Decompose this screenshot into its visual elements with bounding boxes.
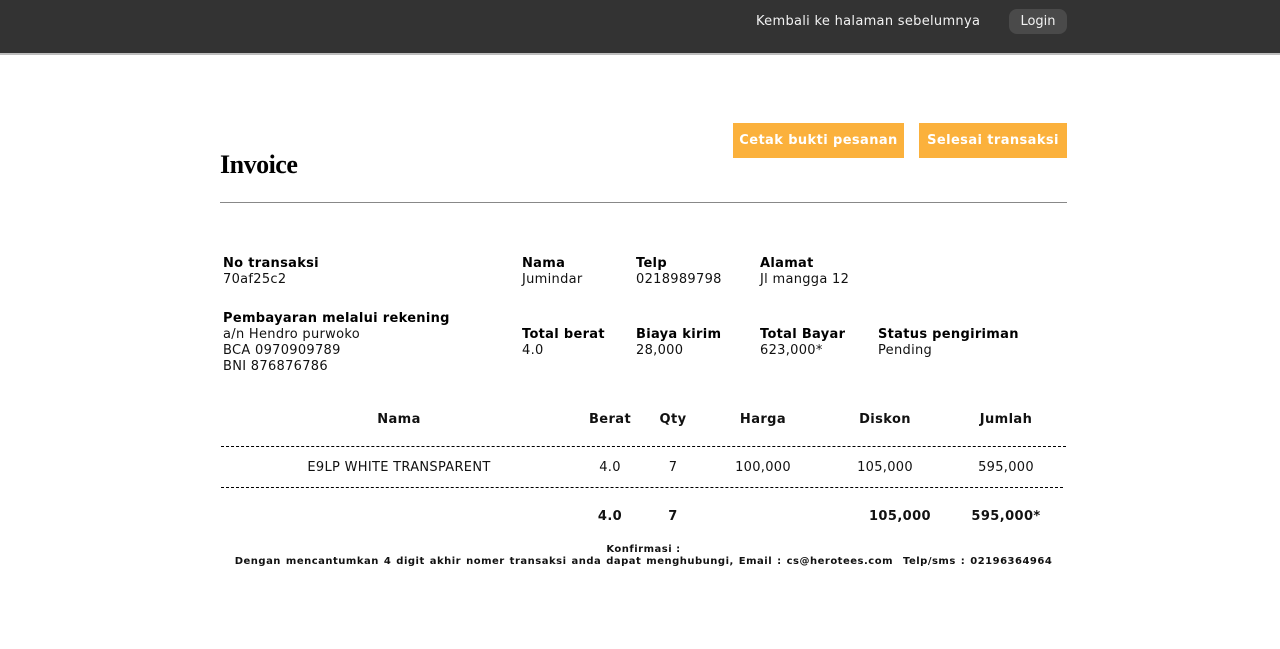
total-discount: 105,000 (868, 509, 931, 524)
shipping-cost-field: Biaya kirim 28,000 (636, 327, 721, 359)
total-weight: 4.0 (597, 509, 623, 524)
confirmation-note: Konfirmasi : Dengan mencantumkan 4 digit… (0, 544, 1280, 568)
total-weight-value: 4.0 (522, 343, 544, 358)
table-total-divider (221, 487, 1063, 488)
shipping-cost-value: 28,000 (636, 343, 684, 358)
back-link[interactable]: Kembali ke halaman sebelumnya (756, 14, 980, 29)
item-name: E9LP WHITE TRANSPARENT (307, 460, 491, 475)
top-navbar: Kembali ke halaman sebelumnya Login (0, 0, 1280, 55)
item-amount: 595,000 (978, 460, 1034, 475)
phone-label: Telp (636, 256, 667, 271)
item-price: 100,000 (735, 460, 791, 475)
transaction-number-label: No transaksi (223, 256, 319, 271)
total-pay-field: Total Bayar 623,000* (760, 327, 845, 359)
finish-transaction-button[interactable]: Selesai transaksi (919, 123, 1067, 158)
column-header-discount: Diskon (859, 412, 911, 427)
table-header-divider (221, 446, 1066, 447)
shipping-status-label: Status pengiriman (878, 327, 1019, 342)
account-holder: a/n Hendro purwoko (223, 327, 360, 342)
bank-account-bca: BCA 0970909789 (223, 343, 341, 358)
total-qty: 7 (668, 509, 678, 524)
shipping-status-value: Pending (878, 343, 933, 358)
item-qty: 7 (668, 460, 678, 475)
total-weight-label: Total berat (522, 327, 605, 342)
customer-name-field: Nama Jumindar (522, 256, 583, 288)
item-weight: 4.0 (599, 460, 621, 475)
page-title: Invoice (220, 150, 298, 179)
shipping-status-field: Status pengiriman Pending (878, 327, 1019, 359)
address-value: Jl mangga 12 (760, 272, 850, 287)
login-button[interactable]: Login (1009, 9, 1067, 34)
transaction-number-value: 70af25c2 (223, 272, 287, 287)
bank-account-bni: BNI 876876786 (223, 359, 328, 374)
payment-account-label: Pembayaran melalui rekening (223, 311, 450, 326)
total-weight-field: Total berat 4.0 (522, 327, 605, 359)
column-header-price: Harga (739, 412, 787, 427)
address-label: Alamat (760, 256, 814, 271)
item-discount: 105,000 (857, 460, 913, 475)
phone-field: Telp 0218989798 (636, 256, 722, 288)
print-receipt-button[interactable]: Cetak bukti pesanan (733, 123, 904, 158)
title-divider (220, 202, 1067, 203)
confirmation-text: Dengan mencantumkan 4 digit akhir nomer … (234, 556, 1053, 567)
phone-value: 0218989798 (636, 272, 722, 287)
transaction-number-field: No transaksi 70af25c2 (223, 256, 319, 288)
address-field: Alamat Jl mangga 12 (760, 256, 849, 288)
column-header-weight: Berat (588, 412, 632, 427)
customer-name-label: Nama (522, 256, 566, 271)
column-header-qty: Qty (659, 412, 687, 427)
total-pay-label: Total Bayar (760, 327, 846, 342)
total-amount: 595,000* (971, 509, 1041, 524)
customer-name-value: Jumindar (522, 272, 583, 287)
column-header-name: Nama (377, 412, 421, 427)
payment-account-field: Pembayaran melalui rekening a/n Hendro p… (223, 311, 450, 375)
confirmation-title: Konfirmasi : (606, 544, 681, 555)
column-header-amount: Jumlah (979, 412, 1033, 427)
shipping-cost-label: Biaya kirim (636, 327, 722, 342)
total-pay-value: 623,000* (760, 343, 823, 358)
